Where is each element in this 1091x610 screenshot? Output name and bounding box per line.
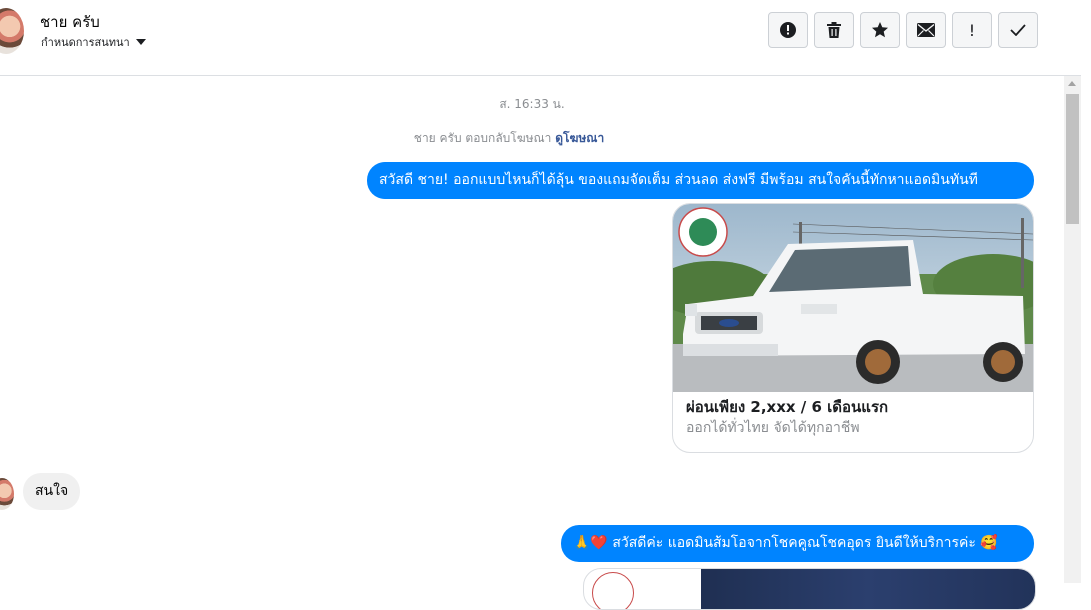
ad-card[interactable]: ผ่อนเพียง 2,xxx / 6 เดือนแรก ออกได้ทั่วไ… bbox=[672, 203, 1034, 453]
incoming-message[interactable]: สนใจ bbox=[23, 473, 81, 510]
ad-card-partial[interactable] bbox=[583, 568, 1036, 610]
exclamation-icon: ! bbox=[968, 20, 976, 40]
flag-button[interactable]: ! bbox=[952, 12, 992, 48]
view-ad-link[interactable]: ดูโฆษณา bbox=[555, 131, 604, 145]
mark-done-button[interactable] bbox=[998, 12, 1038, 48]
trash-icon bbox=[827, 22, 841, 38]
envelope-icon bbox=[917, 23, 935, 37]
ad-card-title: ผ่อนเพียง 2,xxx / 6 เดือนแรก bbox=[686, 398, 889, 416]
contact-avatar-small bbox=[0, 478, 14, 510]
vehicle-image bbox=[701, 569, 1035, 609]
checkmark-icon bbox=[1010, 24, 1026, 36]
dealer-logo-icon bbox=[592, 572, 634, 609]
message-timestamp: ส. 16:33 น. bbox=[499, 97, 565, 111]
conversation-toolbar: ! bbox=[768, 12, 1038, 48]
pickup-truck-image bbox=[673, 204, 1033, 392]
contact-name[interactable]: ชาย ครับ bbox=[40, 10, 100, 34]
conversation-action-dropdown[interactable]: กำหนดการสนทนา bbox=[41, 33, 146, 51]
ad-reply-note: ชาย ครับ ตอบกลับโฆษณา ดูโฆษณา bbox=[0, 129, 1018, 148]
contact-avatar[interactable] bbox=[0, 8, 24, 54]
conversation-action-label: กำหนดการสนทนา bbox=[41, 36, 130, 49]
outgoing-message[interactable]: 🙏❤️ สวัสดีค่ะ แอดมินส้มโอจากโชคคูณโชคอุด… bbox=[561, 525, 1034, 562]
scrollbar[interactable] bbox=[1064, 76, 1081, 583]
star-button[interactable] bbox=[860, 12, 900, 48]
delete-button[interactable] bbox=[814, 12, 854, 48]
chevron-down-icon bbox=[135, 39, 146, 45]
report-spam-button[interactable] bbox=[768, 12, 808, 48]
ad-card-subtitle: ออกได้ทั่วไทย จัดได้ทุกอาชีพ bbox=[686, 420, 860, 436]
alert-circle-icon bbox=[780, 22, 796, 38]
outgoing-message[interactable]: สวัสดี ชาย! ออกแบบไหนก็ได้ลุ้น ของแถมจัด… bbox=[367, 162, 1034, 199]
star-icon bbox=[872, 22, 888, 38]
scroll-thumb[interactable] bbox=[1066, 94, 1079, 224]
mark-unread-button[interactable] bbox=[906, 12, 946, 48]
conversation-header: ชาย ครับ กำหนดการสนทนา ! bbox=[0, 0, 1081, 76]
ad-reply-text: ชาย ครับ ตอบกลับโฆษณา bbox=[413, 131, 552, 145]
scroll-up-icon[interactable] bbox=[1068, 81, 1076, 86]
